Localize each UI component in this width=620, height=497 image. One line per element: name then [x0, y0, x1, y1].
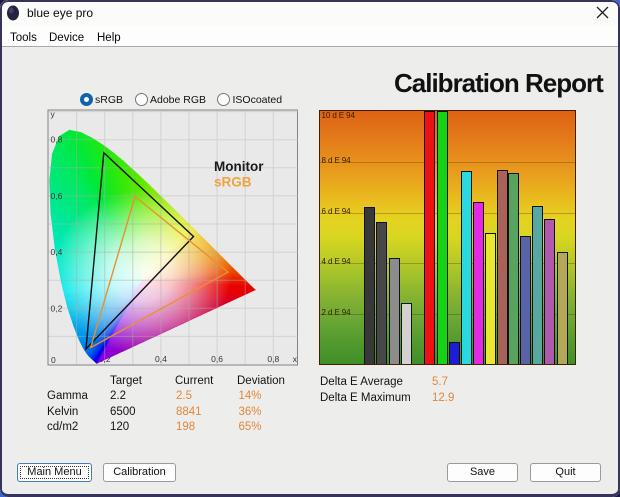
svg-text:0,8: 0,8 — [51, 135, 63, 145]
svg-text:0,4: 0,4 — [51, 247, 63, 257]
svg-text:0,6: 0,6 — [51, 191, 63, 201]
svg-text:0,4: 0,4 — [155, 354, 167, 364]
svg-text:0,6: 0,6 — [211, 354, 223, 364]
svg-text:0,2: 0,2 — [51, 303, 63, 313]
svg-text:Monitor: Monitor — [214, 159, 264, 174]
svg-text:0: 0 — [51, 355, 56, 365]
svg-text:0,8: 0,8 — [267, 354, 279, 364]
svg-text:sRGB: sRGB — [214, 175, 252, 190]
